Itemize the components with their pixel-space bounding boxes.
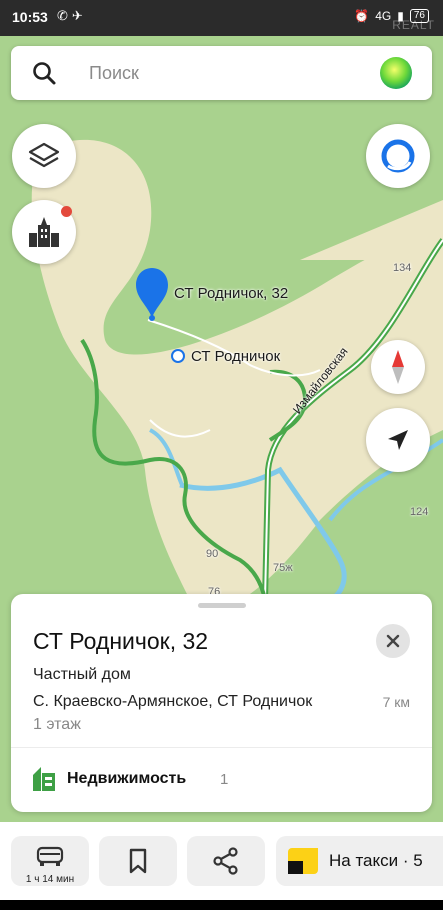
status-bar: 10:53 ✆✈ REALT ⏰ 4G ▮ 76: [0, 0, 443, 36]
taxi-label: На такси · 5: [329, 851, 423, 870]
compass-button[interactable]: [371, 340, 425, 394]
compass-icon: [392, 350, 404, 384]
place-floor: 1 этаж: [33, 716, 81, 733]
divider: [11, 747, 432, 748]
share-icon: [187, 836, 265, 886]
status-icons: ⏰ 4G ▮ 76: [354, 9, 429, 23]
house-number: 75ж: [273, 562, 293, 574]
notification-icons: ✆✈: [57, 8, 87, 23]
route-button[interactable]: 1 ч 14 мин: [11, 836, 89, 886]
search-input[interactable]: Поиск: [89, 63, 139, 84]
area-marker: [171, 349, 185, 363]
route-time: 1 ч 14 мин: [25, 874, 75, 885]
house-number: 124: [410, 506, 429, 518]
house-number: 90: [206, 548, 219, 560]
real-estate-count: 1: [220, 771, 229, 788]
alice-button[interactable]: [366, 124, 430, 188]
share-button[interactable]: [187, 836, 265, 886]
place-card[interactable]: СТ Родничок, 32 Частный дом С. Краевско-…: [11, 594, 432, 812]
voice-assistant-icon[interactable]: [380, 57, 412, 89]
car-icon: [11, 836, 89, 874]
navigation-arrow-icon: [388, 430, 408, 450]
my-location-button[interactable]: [366, 408, 430, 472]
real-estate-icon: [33, 767, 55, 796]
layers-icon: [28, 142, 60, 168]
place-title: СТ Родничок, 32: [33, 628, 209, 654]
buildings-icon: [29, 217, 59, 247]
search-bar[interactable]: Поиск: [11, 46, 432, 100]
pin-label: СТ Родничок, 32: [174, 285, 289, 302]
system-nav-bar: [0, 900, 443, 910]
real-estate-link[interactable]: Недвижимость: [67, 770, 186, 788]
bookmark-button[interactable]: [99, 836, 177, 886]
alarm-icon: ⏰: [354, 9, 370, 23]
place-distance: 7 км: [382, 694, 410, 710]
assistant-icon: [381, 139, 415, 173]
location-pin: [136, 268, 168, 318]
bottom-action-bar: 1 ч 14 мин На такси · 5: [0, 822, 443, 910]
network-indicator: 4G: [375, 9, 392, 23]
close-button[interactable]: [376, 624, 410, 658]
taxi-button[interactable]: На такси · 5: [276, 836, 443, 886]
area-label: СТ Родничок: [191, 348, 281, 365]
search-icon: [31, 60, 57, 91]
status-time: 10:53: [12, 9, 48, 25]
taxi-icon: [288, 848, 318, 879]
house-number: 134: [393, 262, 412, 274]
bookmark-icon: [99, 836, 177, 886]
drag-handle[interactable]: [198, 603, 246, 608]
place-address: С. Краевско-Армянское, СТ Родничок: [33, 693, 313, 710]
notification-dot: [61, 206, 72, 217]
place-type: Частный дом: [33, 666, 131, 683]
layers-button[interactable]: [12, 124, 76, 188]
close-icon: [386, 634, 400, 648]
battery-indicator: 76: [409, 9, 429, 23]
signal-icon: ▮: [397, 9, 404, 23]
